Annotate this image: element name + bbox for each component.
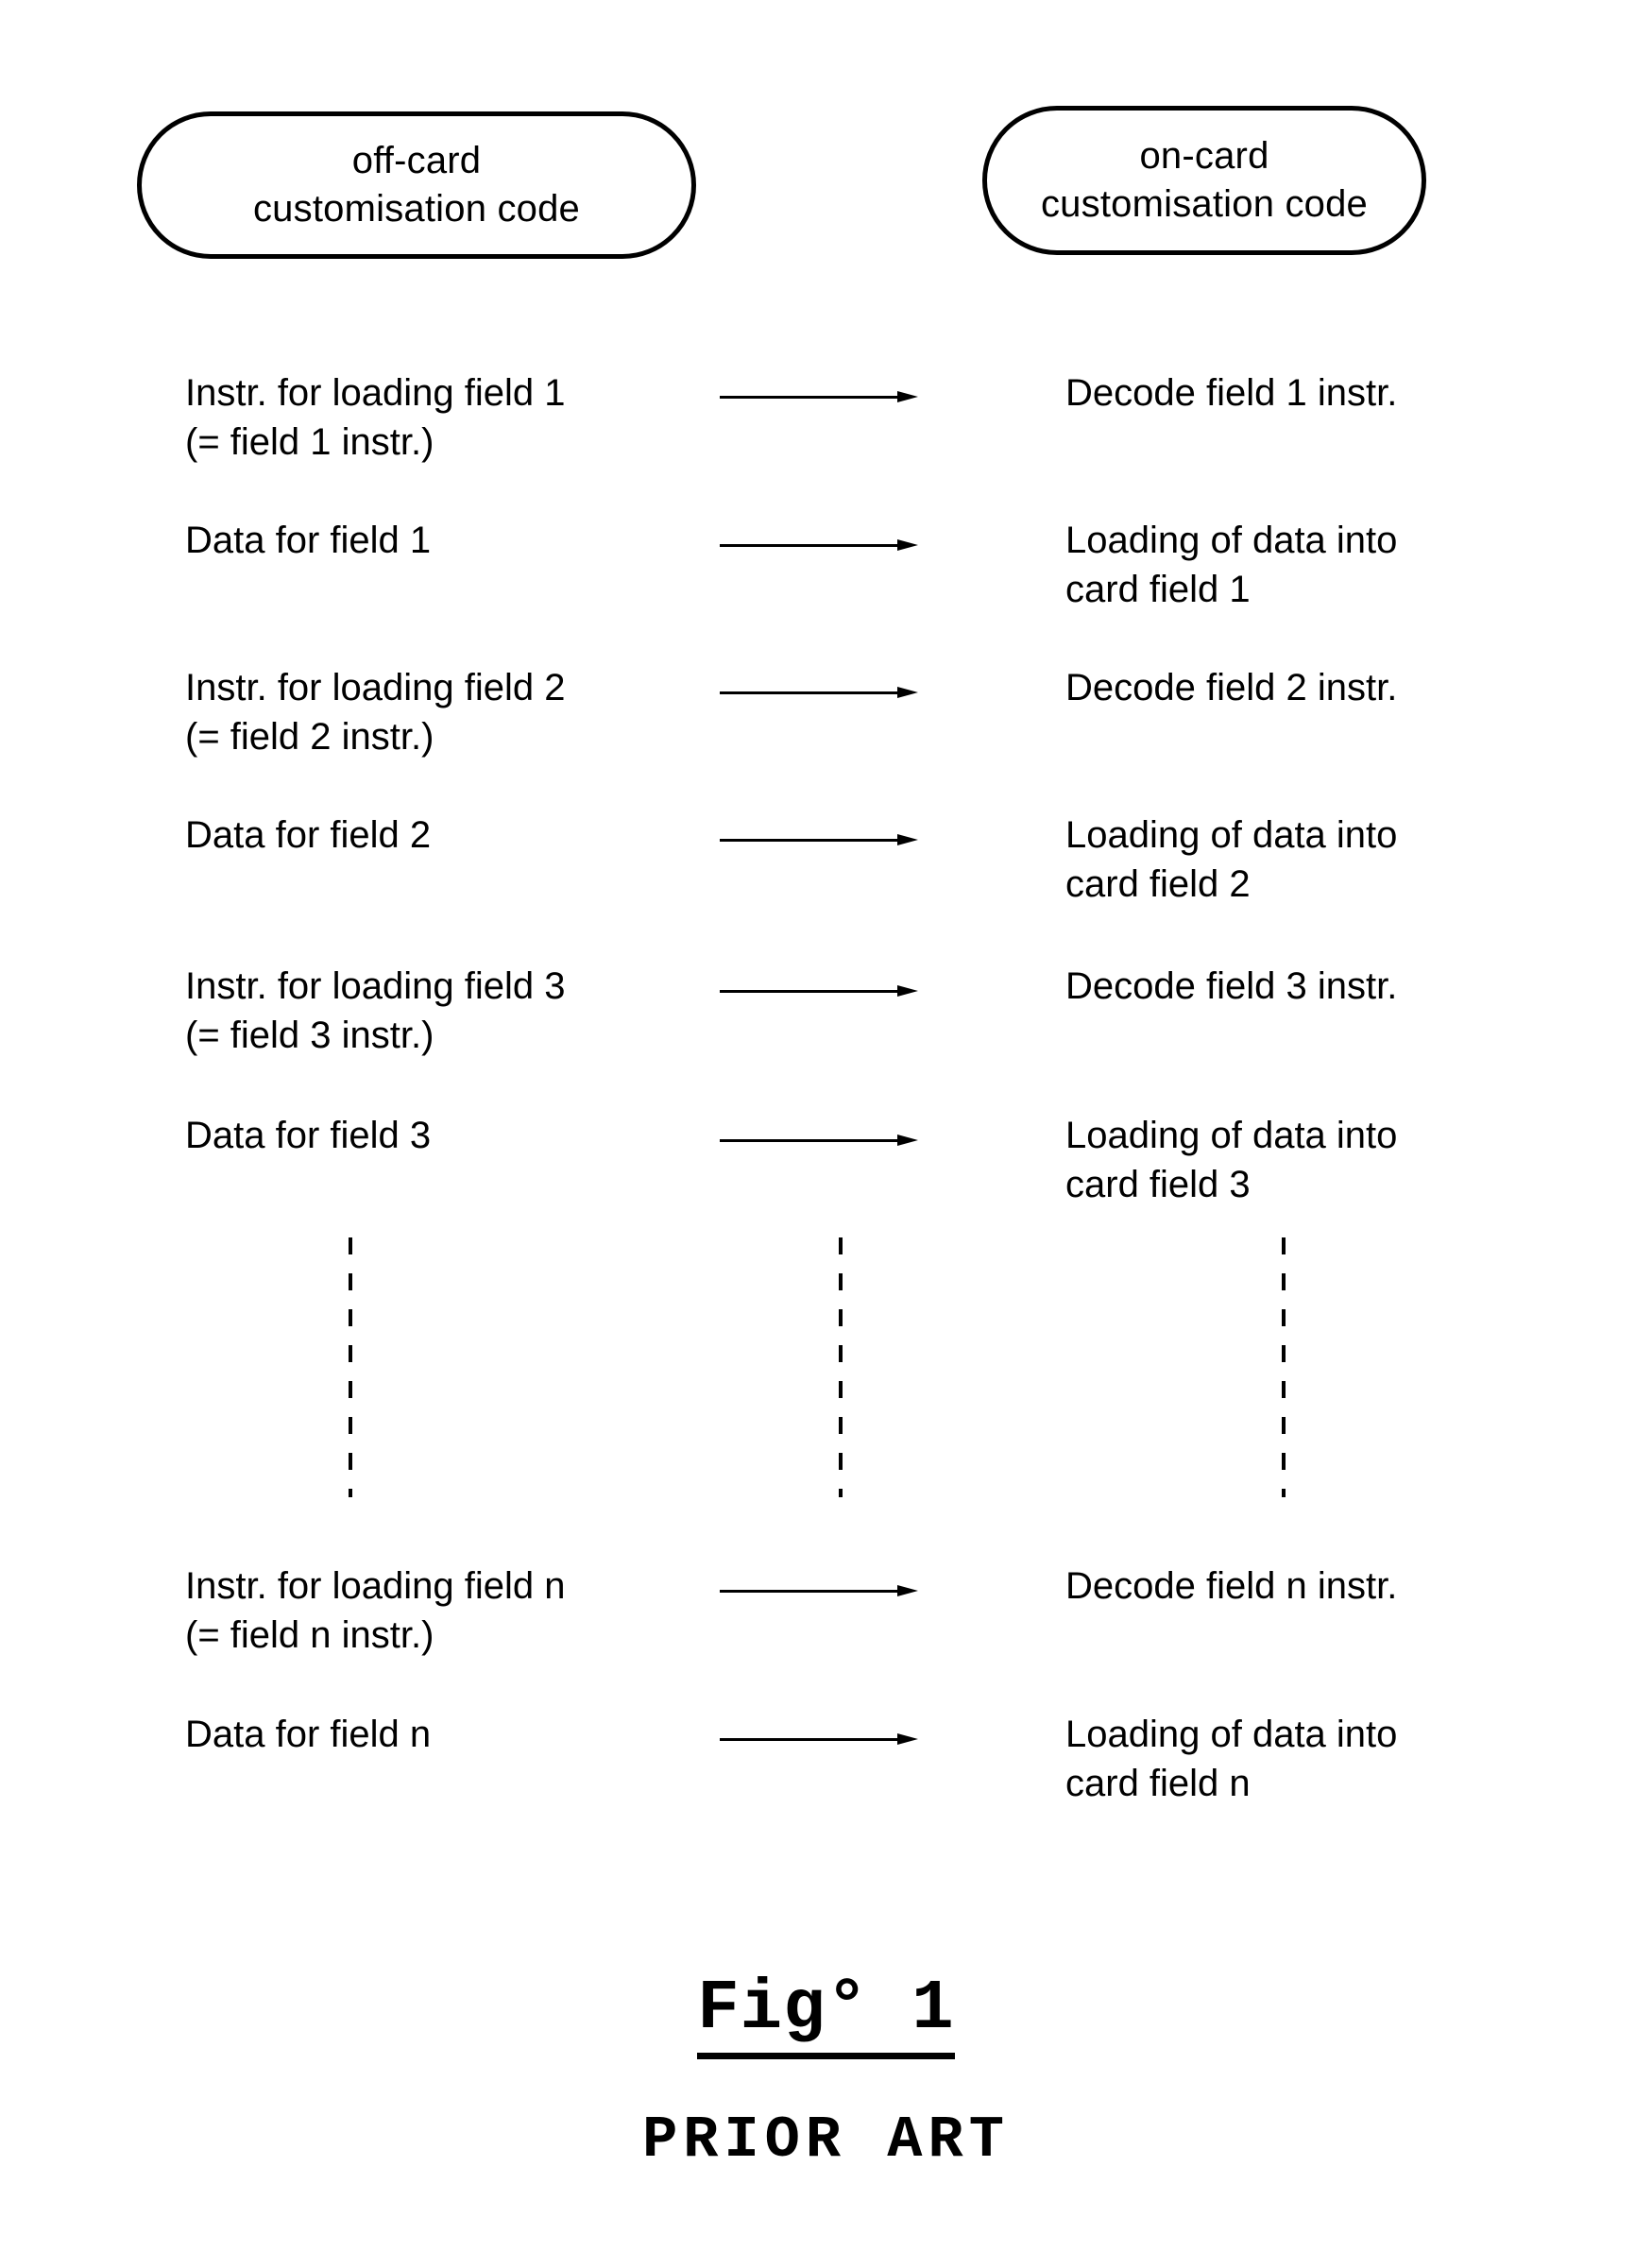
message-left-line-1: Data for field n [185,1714,432,1755]
vertical-dashed-line [1282,1237,1286,1497]
arrow-shaft [720,1738,905,1741]
arrow-shaft [720,1590,905,1593]
arrow-head [897,834,918,845]
arrow-head [897,985,918,997]
message-right-line-2: card field n [1065,1763,1251,1804]
message-left-line-2: (= field n instr.) [185,1614,434,1656]
right-arrow-icon [720,1732,918,1746]
arrow-head [897,1733,918,1745]
message-left-line-2: (= field 3 instr.) [185,1015,434,1056]
message-right-text: Loading of data into card field n [1065,1710,1594,1808]
lane-on-card-line-1: on-card [1139,134,1269,177]
right-arrow-icon [720,1134,918,1147]
arrow-head [897,391,918,402]
arrow-shaft [720,544,905,547]
message-right-line-1: Decode field 1 instr. [1065,372,1398,414]
message-right-line-2: card field 1 [1065,569,1251,610]
right-arrow-icon [720,390,918,403]
message-right-text: Loading of data into card field 3 [1065,1111,1594,1209]
lane-off-card-line-2: customisation code [252,188,580,230]
figure-caption-text: Fig° 1 [697,1970,955,2059]
message-right-line-2: card field 3 [1065,1164,1251,1205]
message-left-line-1: Instr. for loading field 3 [185,965,566,1007]
right-arrow-icon [720,538,918,552]
message-right-text: Loading of data into card field 1 [1065,516,1594,614]
arrow-shaft [720,839,905,842]
right-arrow-icon [720,1584,918,1597]
message-left-line-1: Instr. for loading field 1 [185,372,566,414]
lane-off-card-line-1: off-card [351,139,482,181]
arrow-shaft [720,396,905,399]
message-right-line-2: card field 2 [1065,863,1251,905]
message-left-text: Data for field 1 [185,516,714,565]
message-left-text: Instr. for loading field 2 (= field 2 ins… [185,663,714,761]
vertical-dashed-line [349,1237,352,1497]
message-right-line-1: Decode field 3 instr. [1065,965,1398,1007]
message-right-line-1: Loading of data into [1065,814,1398,856]
message-left-text: Instr. for loading field 3 (= field 3 ins… [185,962,714,1060]
arrow-shaft [720,1139,905,1142]
message-right-line-1: Loading of data into [1065,520,1398,561]
arrow-head [897,1585,918,1596]
message-left-line-1: Instr. for loading field 2 [185,667,566,708]
arrow-shaft [720,691,905,694]
message-left-text: Data for field n [185,1710,714,1759]
message-right-line-1: Decode field n instr. [1065,1565,1398,1607]
message-right-line-1: Decode field 2 instr. [1065,667,1398,708]
arrow-shaft [720,990,905,993]
message-right-line-1: Loading of data into [1065,1115,1398,1156]
message-right-text: Loading of data into card field 2 [1065,810,1594,909]
message-left-line-2: (= field 2 instr.) [185,716,434,758]
prior-art-label: PRIOR ART [642,2107,1010,2174]
message-right-text: Decode field 1 instr. [1065,368,1594,418]
lane-box-on-card: on-card customisation code [982,106,1426,255]
message-left-text: Instr. for loading field n (= field n ins… [185,1561,714,1660]
arrow-head [897,539,918,551]
right-arrow-icon [720,833,918,846]
message-left-text: Data for field 2 [185,810,714,860]
message-left-line-1: Data for field 3 [185,1115,432,1156]
lane-box-off-card: off-card customisation code [137,111,696,259]
right-arrow-icon [720,686,918,699]
message-left-line-1: Data for field 1 [185,520,432,561]
message-right-text: Decode field 3 instr. [1065,962,1594,1011]
message-right-line-1: Loading of data into [1065,1714,1398,1755]
arrow-head [897,1135,918,1146]
lane-on-card-line-2: customisation code [1040,183,1368,225]
message-right-text: Decode field 2 instr. [1065,663,1594,712]
message-left-text: Instr. for loading field 1 (= field 1 ins… [185,368,714,467]
message-left-text: Data for field 3 [185,1111,714,1160]
message-left-line-2: (= field 1 instr.) [185,421,434,463]
arrow-head [897,687,918,698]
right-arrow-icon [720,984,918,998]
vertical-dashed-line [839,1237,843,1497]
figure-caption: Fig° 1 [0,1970,1652,2059]
message-right-text: Decode field n instr. [1065,1561,1594,1611]
message-left-line-1: Data for field 2 [185,814,432,856]
figure-page: off-card customisation code on-card cust… [0,0,1652,2252]
message-left-line-1: Instr. for loading field n [185,1565,566,1607]
